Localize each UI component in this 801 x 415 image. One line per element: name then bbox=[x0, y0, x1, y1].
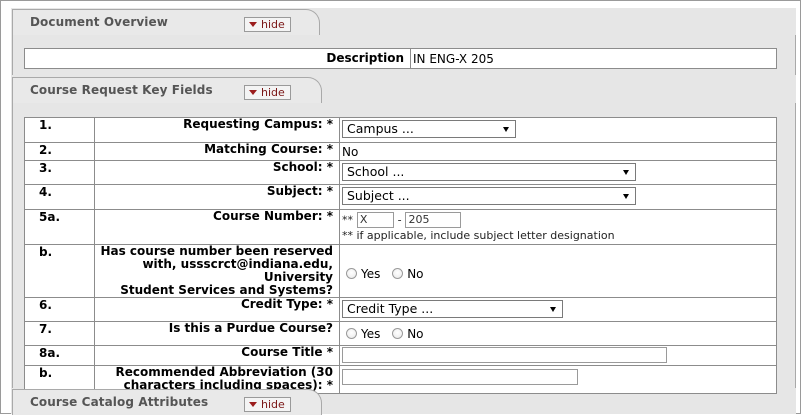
purdue-yes-radio[interactable] bbox=[346, 328, 357, 339]
table-row: b. Has course number been reserved with,… bbox=[24, 244, 777, 298]
purdue-no-radio[interactable] bbox=[392, 328, 404, 339]
abbreviation-input[interactable] bbox=[342, 369, 578, 385]
school-select[interactable]: School ... bbox=[342, 163, 636, 181]
school-label: School: * bbox=[94, 160, 340, 185]
table-row: 4. Subject: * Subject ... bbox=[24, 184, 777, 210]
tab-course-request-key-fields: Course Request Key Fields hide bbox=[12, 77, 322, 103]
description-table: Description IN ENG-X 205 bbox=[24, 48, 777, 69]
course-number-input[interactable]: 205 bbox=[405, 212, 462, 228]
chevron-down-icon bbox=[550, 307, 556, 312]
table-row: 8a. Course Title * bbox=[24, 345, 777, 366]
table-row: 5a. Course Number: * ** X - 205 ** if ap… bbox=[24, 209, 777, 245]
row-number: 5a. bbox=[24, 209, 95, 245]
row-number: 4. bbox=[24, 184, 95, 210]
chevron-down-icon bbox=[503, 127, 509, 132]
row-number: 1. bbox=[24, 117, 95, 143]
reserved-no-radio[interactable] bbox=[392, 267, 404, 279]
credit-type-label: Credit Type: * bbox=[94, 297, 340, 322]
row-number: 6. bbox=[24, 297, 95, 322]
document-overview-hide-button[interactable]: hide bbox=[244, 17, 291, 32]
triangle-down-icon bbox=[249, 402, 257, 407]
tab-document-overview: Document Overview hide bbox=[12, 9, 320, 35]
chevron-down-icon bbox=[623, 194, 629, 199]
row-number: 3. bbox=[24, 160, 95, 185]
required-marker: ** bbox=[342, 213, 353, 227]
catalog-hide-button[interactable]: hide bbox=[244, 397, 291, 412]
subject-select[interactable]: Subject ... bbox=[342, 187, 636, 205]
course-number-dash: - bbox=[397, 213, 402, 227]
course-title-input[interactable] bbox=[342, 347, 667, 363]
row-number: 2. bbox=[24, 142, 95, 161]
purdue-course-radio: Yes No bbox=[346, 327, 432, 341]
description-value[interactable]: IN ENG-X 205 bbox=[410, 48, 777, 69]
row-number: 8a. bbox=[24, 345, 95, 366]
document-overview-title: Document Overview bbox=[30, 15, 168, 29]
subject-label: Subject: * bbox=[94, 184, 340, 210]
description-label: Description bbox=[24, 48, 411, 69]
table-row: 1. Requesting Campus: * Campus ... bbox=[24, 117, 777, 143]
credit-type-select[interactable]: Credit Type ... bbox=[342, 300, 563, 318]
course-number-label: Course Number: * bbox=[94, 209, 340, 245]
requesting-campus-label: Requesting Campus: * bbox=[94, 117, 340, 143]
triangle-down-icon bbox=[249, 22, 257, 27]
table-row: 2. Matching Course: * No bbox=[24, 142, 777, 161]
row-number: 7. bbox=[24, 321, 95, 346]
table-row: 6. Credit Type: * Credit Type ... bbox=[24, 297, 777, 322]
subject-letter-input[interactable]: X bbox=[356, 212, 394, 228]
matching-course-label: Matching Course: * bbox=[94, 142, 340, 161]
chevron-down-icon bbox=[623, 170, 629, 175]
reserved-yes-radio[interactable] bbox=[346, 267, 357, 279]
table-row: 3. School: * School ... bbox=[24, 160, 777, 185]
tab-course-catalog-attributes: Course Catalog Attributes hide bbox=[12, 389, 322, 415]
catalog-title: Course Catalog Attributes bbox=[30, 395, 209, 409]
matching-course-value: No bbox=[339, 142, 777, 161]
requesting-campus-select[interactable]: Campus ... bbox=[342, 120, 516, 138]
triangle-down-icon bbox=[249, 90, 257, 95]
purdue-course-label: Is this a Purdue Course? bbox=[94, 321, 340, 346]
table-row: 7. Is this a Purdue Course? Yes No bbox=[24, 321, 777, 346]
course-number-hint: ** if applicable, include subject letter… bbox=[342, 229, 615, 242]
key-fields-table: 1. Requesting Campus: * Campus ... 2. Ma… bbox=[24, 117, 777, 394]
key-fields-title: Course Request Key Fields bbox=[30, 83, 213, 97]
course-number-reserved-radio: Yes No bbox=[346, 267, 432, 281]
row-number: b. bbox=[24, 244, 95, 298]
course-number-reserved-label: Has course number been reserved with, us… bbox=[94, 244, 340, 298]
key-fields-hide-button[interactable]: hide bbox=[244, 85, 291, 100]
course-title-label: Course Title * bbox=[94, 345, 340, 366]
